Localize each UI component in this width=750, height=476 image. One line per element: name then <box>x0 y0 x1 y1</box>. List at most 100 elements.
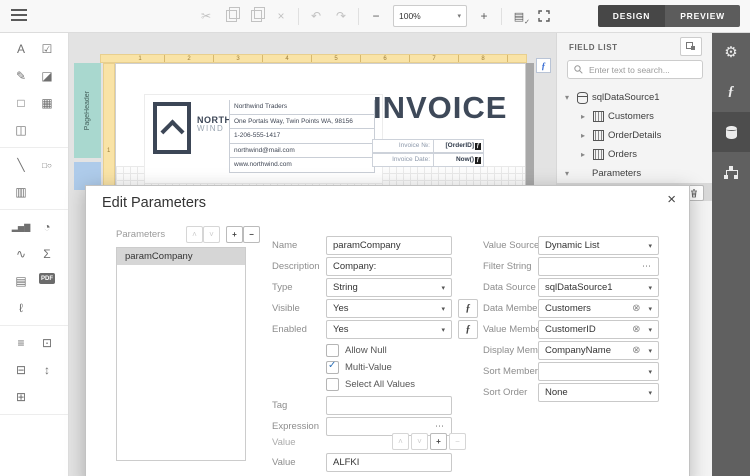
tag-field[interactable] <box>326 396 452 415</box>
data-source-select[interactable]: sqlDataSource1 ▾ <box>538 278 659 297</box>
add-parameter-button[interactable]: + <box>226 226 243 243</box>
invoice-date-value[interactable]: Now() ƒ <box>434 153 484 167</box>
invoice-date-row[interactable]: Invoice Date: Now() ƒ <box>372 153 484 167</box>
chevron-down-icon[interactable]: ▾ <box>457 12 461 20</box>
parameter-list-item[interactable]: paramCompany <box>117 248 245 265</box>
company-info-cell[interactable]: Northwind Traders <box>229 100 375 115</box>
multi-value-checkbox[interactable]: Multi-Value <box>326 361 392 374</box>
delete-icon[interactable]: × <box>273 8 289 24</box>
crossband-box-tool-icon[interactable]: ⊡ <box>36 335 58 351</box>
parameters-listbox[interactable]: paramCompany <box>116 247 246 461</box>
design-tab-button[interactable]: DESIGN <box>598 5 665 27</box>
search-input[interactable] <box>587 64 696 76</box>
toc-tool-icon[interactable]: ≡ <box>10 335 32 351</box>
clear-icon[interactable]: ⊗ <box>632 325 640 335</box>
data-member-select[interactable]: Customers ⊗ ▾ <box>538 299 659 318</box>
ellipsis-icon[interactable]: ⋯ <box>435 421 445 432</box>
sort-order-select[interactable]: None ▾ <box>538 383 659 402</box>
value-field[interactable]: ALFKI <box>326 453 452 472</box>
chevron-down-icon[interactable]: ▾ <box>644 242 652 250</box>
settings-rail-button[interactable]: ⚙ <box>712 32 750 72</box>
subreport-tool-icon[interactable]: ⊞ <box>10 389 32 405</box>
page-header-band-strip[interactable]: PageHeader <box>74 63 101 158</box>
chevron-down-icon[interactable]: ▾ <box>644 368 652 376</box>
remove-parameter-button[interactable]: − <box>243 226 260 243</box>
chevron-down-icon[interactable]: ▾ <box>644 347 652 355</box>
tree-caret-icon[interactable]: ▾ <box>565 169 577 178</box>
company-info-cell[interactable]: One Portals Way, Twin Points WA, 98156 <box>229 115 375 130</box>
allow-null-checkbox[interactable]: Allow Null <box>326 344 387 357</box>
gauge-tool-icon[interactable]: ◔ <box>36 219 58 235</box>
ellipsis-icon[interactable]: ⋯ <box>642 261 652 272</box>
value-remove-button[interactable]: − <box>449 433 466 450</box>
value-down-button[interactable]: ˅ <box>411 433 428 450</box>
value-member-select[interactable]: CustomerID ⊗ ▾ <box>538 320 659 339</box>
menu-icon[interactable] <box>11 9 27 22</box>
shape-tool-icon[interactable]: □○ <box>36 157 58 173</box>
tree-item-customers[interactable]: ▸ Customers <box>557 107 712 126</box>
checkbox-icon[interactable] <box>326 378 339 391</box>
sort-member-select[interactable]: ▾ <box>538 362 659 381</box>
invoice-number-row[interactable]: Invoice №: [OrderID] ƒ <box>372 139 484 153</box>
tree-item-orderdetails[interactable]: ▸ OrderDetails <box>557 126 712 145</box>
validate-bindings-icon[interactable]: ▤ <box>511 8 527 24</box>
expressions-rail-button[interactable]: ƒ <box>712 72 750 112</box>
chevron-down-icon[interactable]: ▾ <box>437 305 445 313</box>
clear-icon[interactable]: ⊗ <box>632 304 640 314</box>
parameter-down-button[interactable]: ˅ <box>203 226 220 243</box>
field-list-options-icon[interactable] <box>680 37 702 56</box>
checkbox-icon[interactable] <box>326 344 339 357</box>
zoom-out-button[interactable]: − <box>368 8 384 24</box>
value-up-button[interactable]: ˄ <box>392 433 409 450</box>
tree-caret-icon[interactable]: ▸ <box>581 131 593 140</box>
undo-icon[interactable]: ↶ <box>308 8 324 24</box>
checkbox-icon[interactable] <box>326 361 339 374</box>
fullscreen-icon[interactable] <box>536 8 552 24</box>
description-field[interactable]: Company: <box>326 257 452 276</box>
crossband-line-tool-icon[interactable]: ↕ <box>36 362 58 378</box>
line-tool-icon[interactable]: ╲ <box>10 157 32 173</box>
invoice-title-label[interactable]: INVOICE <box>373 92 507 123</box>
company-info-cell[interactable]: northwind@mail.com <box>229 144 375 159</box>
tree-item-orders[interactable]: ▸ Orders <box>557 145 712 164</box>
copy-icon[interactable] <box>223 8 239 24</box>
display-member-select[interactable]: CompanyName ⊗ ▾ <box>538 341 659 360</box>
field-list-search[interactable] <box>567 60 703 79</box>
clear-icon[interactable]: ⊗ <box>632 346 640 356</box>
table-tool-icon[interactable]: ▦ <box>36 95 58 111</box>
invoice-number-value[interactable]: [OrderID] ƒ <box>434 139 484 153</box>
chevron-down-icon[interactable]: ▾ <box>644 305 652 313</box>
pivot-grid-tool-icon[interactable]: Σ <box>36 246 58 262</box>
enabled-expression-button[interactable]: ƒ <box>458 320 478 339</box>
panel-tool-icon[interactable]: □ <box>10 95 32 111</box>
company-logo[interactable] <box>153 102 191 154</box>
chevron-down-icon[interactable]: ▾ <box>644 389 652 397</box>
visible-expression-button[interactable]: ƒ <box>458 299 478 318</box>
redo-icon[interactable]: ↷ <box>333 8 349 24</box>
value-source-select[interactable]: Dynamic List ▾ <box>538 236 659 255</box>
name-field[interactable]: paramCompany <box>326 236 452 255</box>
company-info-cell[interactable]: 1-206-555-1417 <box>229 129 375 144</box>
zoom-in-button[interactable]: + <box>476 8 492 24</box>
character-comb-tool-icon[interactable]: ◫ <box>10 122 32 138</box>
enabled-select[interactable]: Yes ▾ <box>326 320 452 339</box>
tree-item-sqldatasource1[interactable]: ▾ sqlDataSource1 <box>557 88 712 107</box>
label-tool-icon[interactable]: A <box>10 41 32 57</box>
preview-tab-button[interactable]: PREVIEW <box>665 5 740 27</box>
close-icon[interactable]: × <box>667 191 676 208</box>
pdf-content-tool-icon[interactable]: PDF <box>39 273 55 284</box>
barcode-tool-icon[interactable]: ▥ <box>10 184 32 200</box>
picture-tool-icon[interactable]: ◪ <box>36 68 58 84</box>
cut-icon[interactable]: ✂ <box>198 8 214 24</box>
tree-caret-icon[interactable]: ▸ <box>581 150 593 159</box>
chevron-down-icon[interactable]: ▾ <box>644 326 652 334</box>
tree-caret-icon[interactable]: ▸ <box>581 112 593 121</box>
paste-icon[interactable] <box>248 8 264 24</box>
chevron-down-icon[interactable]: ▾ <box>437 284 445 292</box>
value-add-button[interactable]: + <box>430 433 447 450</box>
field-list-rail-button[interactable] <box>712 112 750 152</box>
select-all-values-checkbox[interactable]: Select All Values <box>326 378 415 391</box>
tree-caret-icon[interactable]: ▾ <box>565 93 577 102</box>
page-info-tool-icon[interactable]: ▤ <box>10 273 32 289</box>
signature-tool-icon[interactable]: ℓ <box>10 300 32 316</box>
